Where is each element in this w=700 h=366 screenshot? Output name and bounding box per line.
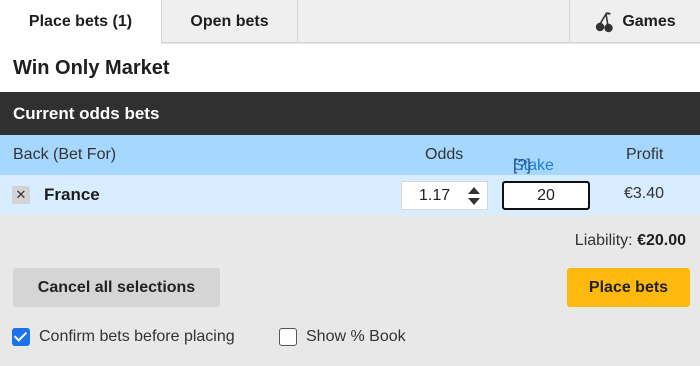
remove-selection-button[interactable]: ✕ bbox=[12, 186, 30, 204]
tab-place-bets-label: Place bets (1) bbox=[28, 13, 133, 30]
column-back: Back (Bet For) bbox=[13, 146, 117, 163]
stake-help-link[interactable]: [?] bbox=[513, 157, 531, 175]
column-odds: Odds bbox=[425, 146, 464, 163]
confirm-bets-label: Confirm bets before placing bbox=[39, 328, 235, 345]
column-header-row: Back (Bet For) Odds Stake [?] Profit bbox=[0, 135, 700, 175]
odds-increase-icon[interactable] bbox=[468, 187, 480, 194]
odds-decrease-icon[interactable] bbox=[468, 198, 480, 205]
confirm-bets-checkbox[interactable] bbox=[12, 328, 30, 346]
odds-stepper[interactable]: 1.17 bbox=[401, 181, 488, 210]
liability-label: Liability: bbox=[574, 232, 633, 249]
odds-value[interactable]: 1.17 bbox=[419, 187, 450, 205]
show-book-option[interactable]: Show % Book bbox=[279, 328, 406, 346]
betslip-tabs: Place bets (1) Open bets Games bbox=[0, 0, 700, 44]
market-title: Win Only Market bbox=[0, 44, 700, 92]
tab-open-bets-label: Open bets bbox=[190, 12, 269, 30]
liability: Liability: €20.00 bbox=[575, 232, 686, 250]
tab-open-bets[interactable]: Open bets bbox=[162, 0, 298, 43]
tab-games[interactable]: Games bbox=[569, 0, 700, 43]
runner-name: France bbox=[44, 185, 100, 204]
profit-value: €3.40 bbox=[624, 185, 665, 202]
bet-row bbox=[0, 175, 700, 215]
show-book-label: Show % Book bbox=[306, 328, 406, 345]
close-icon: ✕ bbox=[15, 187, 27, 202]
cancel-all-button[interactable]: Cancel all selections bbox=[13, 268, 220, 307]
section-title: Current odds bets bbox=[0, 92, 700, 135]
tab-games-label: Games bbox=[622, 12, 676, 30]
cherries-icon bbox=[594, 11, 614, 33]
show-book-checkbox[interactable] bbox=[279, 328, 297, 346]
place-bets-button[interactable]: Place bets bbox=[567, 268, 690, 307]
confirm-bets-option[interactable]: Confirm bets before placing bbox=[12, 328, 235, 346]
liability-value: €20.00 bbox=[637, 232, 686, 249]
column-profit: Profit bbox=[626, 146, 664, 163]
stake-input[interactable] bbox=[502, 181, 590, 210]
tab-place-bets[interactable]: Place bets (1) bbox=[0, 0, 162, 44]
